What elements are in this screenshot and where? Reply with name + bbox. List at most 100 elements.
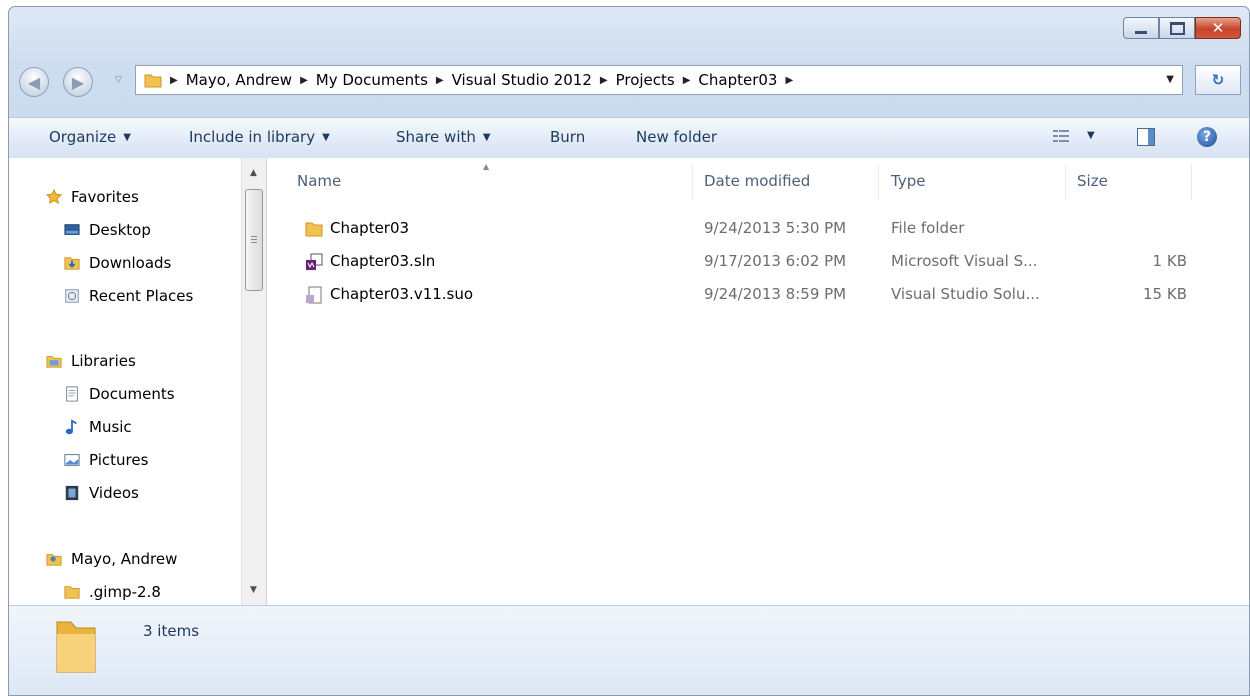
nav-videos[interactable]: Videos bbox=[63, 484, 139, 502]
breadcrumb-item-user[interactable]: Mayo, Andrew bbox=[186, 71, 292, 89]
chevron-down-icon: ▼ bbox=[123, 132, 131, 143]
file-name: Chapter03 bbox=[330, 219, 410, 237]
preview-pane-icon[interactable] bbox=[1137, 128, 1155, 146]
navigation-scrollbar[interactable]: ▲ ▼ bbox=[241, 158, 267, 605]
scroll-down-icon[interactable]: ▼ bbox=[250, 585, 257, 595]
nav-libraries-label: Libraries bbox=[71, 352, 136, 370]
new-folder-button[interactable]: New folder bbox=[636, 128, 717, 146]
forward-button[interactable]: ▶ bbox=[63, 67, 93, 97]
organize-label: Organize bbox=[49, 128, 117, 146]
minimize-icon bbox=[1135, 30, 1147, 34]
close-icon: ✕ bbox=[1211, 19, 1225, 37]
breadcrumb-separator[interactable]: ▶ bbox=[300, 75, 308, 86]
file-size: 15 KB bbox=[1143, 285, 1187, 303]
nav-pictures[interactable]: Pictures bbox=[63, 451, 148, 469]
burn-label: Burn bbox=[550, 128, 586, 146]
sort-ascending-icon: ▲ bbox=[483, 162, 490, 171]
nav-favorites-label: Favorites bbox=[71, 188, 139, 206]
nav-videos-label: Videos bbox=[89, 484, 139, 502]
star-icon bbox=[45, 189, 63, 204]
table-row[interactable]: Chapter03.v11.suo 9/24/2013 8:59 PM Visu… bbox=[267, 280, 1249, 310]
suo-file-icon bbox=[306, 286, 322, 304]
chevron-down-icon: ▼ bbox=[482, 132, 491, 143]
breadcrumb-item-my-documents[interactable]: My Documents bbox=[316, 71, 428, 89]
close-button[interactable]: ✕ bbox=[1195, 17, 1241, 39]
nav-music[interactable]: Music bbox=[63, 418, 132, 436]
refresh-button[interactable]: ↻ bbox=[1195, 65, 1241, 95]
share-with-button[interactable]: Share with ▼ bbox=[396, 128, 491, 146]
change-view-icon[interactable] bbox=[1053, 130, 1069, 144]
nav-desktop-label: Desktop bbox=[89, 221, 151, 239]
column-header-date[interactable]: Date modified bbox=[704, 172, 810, 190]
nav-desktop[interactable]: Desktop bbox=[63, 221, 151, 239]
view-options-dropdown[interactable]: ▼ bbox=[1087, 130, 1095, 141]
file-date: 9/17/2013 6:02 PM bbox=[704, 252, 847, 270]
nav-user[interactable]: Mayo, Andrew bbox=[45, 550, 177, 568]
minimize-button[interactable] bbox=[1123, 17, 1159, 39]
recent-pages-dropdown[interactable]: ▽ bbox=[115, 75, 122, 85]
nav-user-label: Mayo, Andrew bbox=[71, 550, 178, 568]
breadcrumb-separator[interactable]: ▶ bbox=[600, 75, 608, 86]
help-icon[interactable]: ? bbox=[1197, 127, 1217, 147]
nav-documents[interactable]: Documents bbox=[63, 385, 175, 403]
file-size: 1 KB bbox=[1152, 252, 1187, 270]
breadcrumb-separator[interactable]: ▶ bbox=[170, 75, 178, 86]
address-dropdown-icon[interactable]: ▼ bbox=[1166, 74, 1174, 85]
file-list: ▲ Name Date modified Type Size Chapter03… bbox=[267, 158, 1249, 605]
file-name: Chapter03.v11.suo bbox=[330, 285, 474, 303]
videos-icon bbox=[65, 485, 79, 501]
file-type: File folder bbox=[891, 219, 965, 237]
organize-button[interactable]: Organize ▼ bbox=[49, 128, 131, 146]
back-button[interactable]: ◀ bbox=[19, 67, 49, 97]
command-bar: Organize ▼ Include in library ▼ Share with… bbox=[9, 117, 1249, 159]
maximize-button[interactable] bbox=[1159, 17, 1195, 39]
table-row[interactable]: Chapter03.sln 9/17/2013 6:02 PM Microsof… bbox=[267, 247, 1249, 277]
column-header-type[interactable]: Type bbox=[891, 172, 925, 190]
scroll-thumb[interactable] bbox=[245, 189, 263, 291]
breadcrumb-separator[interactable]: ▶ bbox=[683, 75, 691, 86]
column-header-size[interactable]: Size bbox=[1077, 172, 1108, 190]
address-bar[interactable]: ▶ Mayo, Andrew ▶ My Documents ▶ Visual S… bbox=[135, 65, 1183, 95]
documents-icon bbox=[66, 386, 78, 402]
column-divider[interactable] bbox=[878, 164, 879, 200]
nav-recent-places[interactable]: Recent Places bbox=[63, 287, 193, 305]
nav-downloads[interactable]: Downloads bbox=[63, 254, 171, 272]
column-divider[interactable] bbox=[1065, 164, 1066, 200]
nav-libraries[interactable]: Libraries bbox=[45, 352, 136, 370]
user-folder-icon bbox=[46, 554, 62, 566]
breadcrumb-item-projects[interactable]: Projects bbox=[616, 71, 675, 89]
maximize-icon bbox=[1169, 21, 1185, 35]
folder-icon bbox=[56, 621, 96, 673]
file-date: 9/24/2013 5:30 PM bbox=[704, 219, 847, 237]
file-name: Chapter03.sln bbox=[330, 252, 436, 270]
recent-places-icon bbox=[65, 289, 79, 303]
share-with-label: Share with bbox=[396, 128, 476, 146]
column-header-name[interactable]: Name bbox=[297, 172, 341, 190]
breadcrumb-item-chapter03[interactable]: Chapter03 bbox=[698, 71, 777, 89]
details-pane: 3 items bbox=[9, 605, 1249, 695]
table-row[interactable]: Chapter03 9/24/2013 5:30 PM File folder bbox=[267, 214, 1249, 244]
grip-icon bbox=[251, 236, 257, 244]
back-arrow-icon: ◀ bbox=[27, 72, 41, 92]
breadcrumb-item-visual-studio[interactable]: Visual Studio 2012 bbox=[452, 71, 592, 89]
explorer-window: ✕ ◀ ▶ ▽ ▶ Mayo, Andrew ▶ My Documents ▶ … bbox=[8, 6, 1250, 696]
nav-gimp[interactable]: .gimp-2.8 bbox=[63, 583, 161, 601]
nav-favorites[interactable]: Favorites bbox=[45, 188, 139, 206]
new-folder-label: New folder bbox=[636, 128, 718, 146]
nav-gimp-label: .gimp-2.8 bbox=[89, 583, 161, 601]
column-divider[interactable] bbox=[692, 164, 693, 200]
file-date: 9/24/2013 8:59 PM bbox=[704, 285, 847, 303]
pictures-icon bbox=[64, 454, 80, 466]
libraries-icon bbox=[46, 356, 62, 368]
include-in-library-button[interactable]: Include in library ▼ bbox=[189, 128, 330, 146]
address-row: ◀ ▶ ▽ ▶ Mayo, Andrew ▶ My Documents ▶ Vi… bbox=[19, 63, 1241, 97]
folder-icon bbox=[64, 586, 80, 599]
breadcrumb-separator[interactable]: ▶ bbox=[436, 75, 444, 86]
navigation-pane: Favorites Desktop Downloads Recent Place… bbox=[9, 158, 241, 605]
music-icon bbox=[65, 419, 77, 435]
burn-button[interactable]: Burn bbox=[550, 128, 585, 146]
scroll-up-icon[interactable]: ▲ bbox=[250, 168, 257, 178]
breadcrumb-separator[interactable]: ▶ bbox=[785, 75, 793, 86]
column-divider[interactable] bbox=[1191, 164, 1192, 200]
include-in-library-label: Include in library bbox=[189, 128, 316, 146]
